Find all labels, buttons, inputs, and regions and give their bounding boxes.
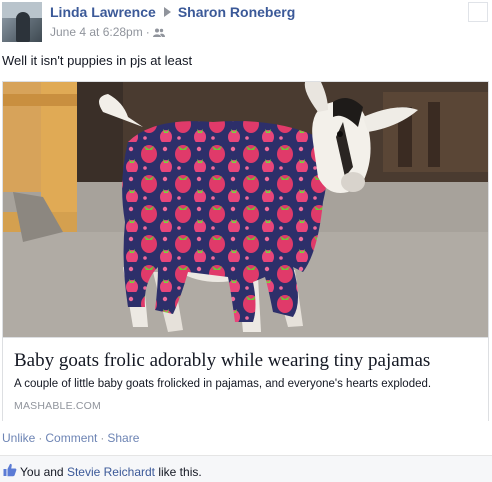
liker-name-link[interactable]: Stevie Reichardt: [67, 465, 155, 479]
post-options-button[interactable]: [468, 2, 488, 22]
share-link[interactable]: Share: [107, 431, 139, 445]
arrow-right-icon: [163, 7, 171, 17]
author-avatar[interactable]: [2, 2, 42, 42]
post-message: Well it isn't puppies in pjs at least: [2, 53, 193, 68]
feed-post: Linda Lawrence Sharon Roneberg June 4 at …: [0, 0, 492, 482]
post-actions: Unlike · Comment · Share: [2, 431, 139, 445]
likes-suffix: like this.: [158, 465, 202, 479]
post-meta: June 4 at 6:28pm ·: [50, 25, 165, 39]
link-caption[interactable]: Baby goats frolic adorably while wearing…: [3, 337, 488, 421]
link-description: A couple of little baby goats frolicked …: [14, 378, 432, 390]
likes-text: You and Stevie Reichardt like this.: [20, 465, 202, 479]
comment-link[interactable]: Comment: [45, 431, 97, 445]
recipient-name-link[interactable]: Sharon Roneberg: [178, 4, 295, 20]
action-separator: ·: [38, 431, 43, 445]
friends-icon[interactable]: [152, 28, 165, 37]
timestamp-link[interactable]: June 4 at 6:28pm: [50, 25, 143, 39]
likes-prefix: You and: [20, 465, 64, 479]
link-attachment[interactable]: Baby goats frolic adorably while wearing…: [2, 81, 489, 421]
likes-bar: You and Stevie Reichardt like this.: [0, 455, 492, 482]
goat-in-pajamas-photo[interactable]: [3, 82, 488, 337]
action-separator: ·: [100, 431, 105, 445]
link-source: MASHABLE.COM: [14, 400, 101, 412]
thumbs-up-icon: [3, 463, 17, 477]
meta-separator: ·: [145, 25, 150, 39]
author-name-link[interactable]: Linda Lawrence: [50, 4, 156, 20]
unlike-link[interactable]: Unlike: [2, 431, 35, 445]
post-header: Linda Lawrence Sharon Roneberg: [50, 4, 295, 20]
link-title[interactable]: Baby goats frolic adorably while wearing…: [14, 350, 430, 372]
